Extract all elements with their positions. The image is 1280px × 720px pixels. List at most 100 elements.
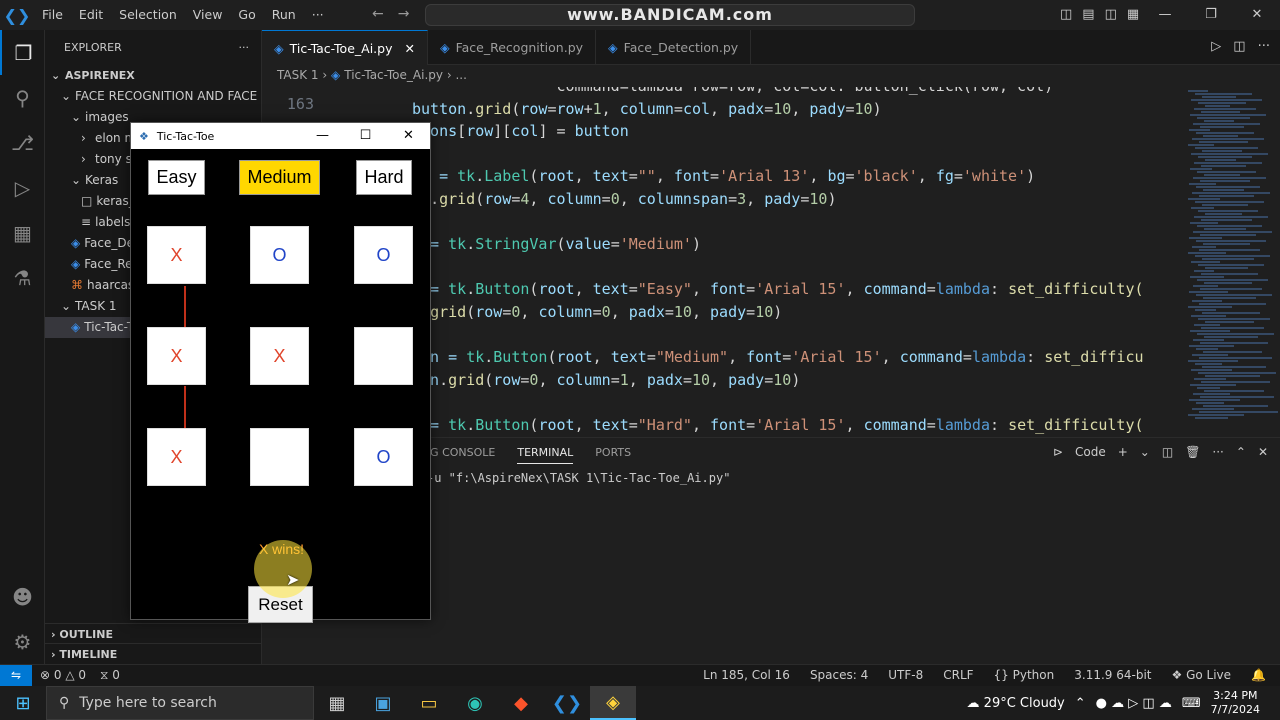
restore-icon[interactable]: ❐	[1188, 0, 1234, 30]
python-taskbar-icon[interactable]: ◈	[590, 686, 636, 720]
indentation[interactable]: Spaces: 4	[810, 665, 868, 686]
weather-widget[interactable]: ☁ 29°C Cloudy	[967, 696, 1065, 711]
editor-tab[interactable]: ◈ Tic-Tac-Toe_Ai.py ✕	[262, 30, 428, 65]
editor-tab[interactable]: ◈ Face_Detection.py	[596, 30, 752, 65]
tk-minimize-icon[interactable]: —	[301, 123, 344, 149]
file-explorer-icon[interactable]: ▭	[406, 686, 452, 720]
tab-ports[interactable]: PORTS	[595, 446, 631, 464]
more-actions-icon[interactable]: ···	[1212, 445, 1223, 459]
outline-section[interactable]: › OUTLINE	[45, 623, 262, 644]
testing-icon[interactable]: ⚗	[0, 255, 45, 300]
tab-debug-console[interactable]: UG CONSOLE	[422, 446, 495, 464]
tab-terminal[interactable]: TERMINAL	[517, 446, 574, 464]
board-cell[interactable]: X	[147, 226, 206, 284]
easy-button[interactable]: Easy	[148, 160, 205, 195]
minimap[interactable]	[1180, 87, 1280, 437]
settings-gear-icon[interactable]: ⚙	[0, 619, 45, 664]
code-token: column	[538, 303, 593, 321]
reset-button[interactable]: Reset	[248, 586, 313, 623]
tray-icons[interactable]: ● ☁ ▷ ◫ ☁	[1096, 696, 1172, 711]
close-icon[interactable]: ✕	[1234, 0, 1280, 30]
forward-arrow-icon[interactable]: →	[398, 6, 424, 22]
language-icon[interactable]: ⌨	[1182, 696, 1201, 711]
trash-icon[interactable]: 🗑	[1185, 445, 1200, 459]
maximize-panel-icon[interactable]: ⌃	[1236, 445, 1246, 459]
source-control-icon[interactable]: ⎇	[0, 120, 45, 165]
close-tab-icon[interactable]: ✕	[404, 41, 414, 56]
close-panel-icon[interactable]: ✕	[1258, 445, 1268, 459]
menu-item[interactable]: Run	[264, 0, 304, 30]
editor-tab[interactable]: ◈ Face_Recognition.py	[428, 30, 597, 65]
board-cell[interactable]: O	[354, 226, 413, 284]
control-panel-icon[interactable]: ▣	[360, 686, 406, 720]
code-text: n.grid(row=0, column=0, padx=10, pady=10…	[412, 301, 782, 323]
medium-button[interactable]: Medium	[239, 160, 320, 195]
board-cell[interactable]: X	[147, 327, 206, 385]
windows-start-icon[interactable]: ⊞	[0, 693, 46, 714]
timeline-section[interactable]: › TIMELINE	[45, 643, 262, 664]
python-file-icon: ◈	[71, 257, 81, 271]
board-cell[interactable]: X	[250, 327, 309, 385]
menu-item[interactable]: Selection	[111, 0, 185, 30]
vscode-taskbar-icon[interactable]: ❮❯	[544, 686, 590, 720]
system-clock[interactable]: 3:24 PM 7/7/2024	[1211, 689, 1260, 717]
customize-layout-icon[interactable]: ▦	[1127, 7, 1139, 22]
code-token: StringVar	[475, 235, 557, 254]
breadcrumb-folder[interactable]: TASK 1	[277, 68, 319, 82]
cursor-position[interactable]: Ln 185, Col 16	[703, 665, 790, 686]
minimize-icon[interactable]: —	[1142, 0, 1188, 30]
terminal-type-label[interactable]: Code	[1075, 445, 1106, 459]
run-debug-icon[interactable]: ▷	[0, 165, 45, 210]
breadcrumb-symbol[interactable]: ...	[455, 68, 466, 82]
new-terminal-icon[interactable]: +	[1118, 445, 1128, 459]
minimap-line	[1203, 297, 1256, 299]
brave-browser-icon[interactable]: ◆	[498, 686, 544, 720]
taskbar-search[interactable]: ⚲ Type here to search	[46, 686, 314, 720]
back-arrow-icon[interactable]: ←	[372, 6, 398, 22]
encoding[interactable]: UTF-8	[888, 665, 923, 686]
toggle-secondary-sidebar-icon[interactable]: ◫	[1105, 7, 1117, 22]
menu-item[interactable]: ···	[304, 0, 332, 30]
task-view-icon[interactable]: ▦	[314, 686, 360, 720]
interpreter[interactable]: 3.11.9 64-bit	[1074, 665, 1151, 686]
hard-button[interactable]: Hard	[356, 160, 412, 195]
code-token: ,	[619, 190, 638, 208]
terminal-output[interactable]: -u "f:\AspireNex\TASK 1\Tic-Tac-Toe_Ai.p…	[427, 471, 730, 485]
tray-chevron-icon[interactable]: ⌃	[1075, 696, 1086, 711]
tk-maximize-icon[interactable]: ☐	[344, 123, 387, 149]
language-mode[interactable]: {} Python	[994, 665, 1055, 686]
board-cell[interactable]	[250, 428, 309, 486]
more-actions-icon[interactable]: ···	[1258, 39, 1270, 54]
edge-browser-icon[interactable]: ◉	[452, 686, 498, 720]
menu-item[interactable]: View	[185, 0, 231, 30]
menu-item[interactable]: File	[34, 0, 71, 30]
command-center[interactable]: www.BANDICAM.com	[425, 4, 915, 26]
tree-folder[interactable]: ⌄ FACE RECOGNITION AND FACE ...	[45, 86, 261, 107]
board-cell[interactable]: O	[354, 428, 413, 486]
go-live[interactable]: ❖ Go Live	[1172, 665, 1232, 686]
board-cell[interactable]: X	[147, 428, 206, 486]
split-editor-icon[interactable]: ◫	[1233, 39, 1245, 54]
explorer-icon[interactable]: ❐	[0, 30, 45, 75]
menu-item[interactable]: Go	[230, 0, 263, 30]
tk-close-icon[interactable]: ✕	[387, 123, 430, 149]
run-icon[interactable]: ▷	[1211, 39, 1221, 54]
more-actions-icon[interactable]: ···	[239, 41, 250, 54]
split-terminal-icon[interactable]: ◫	[1162, 445, 1173, 459]
workspace-root[interactable]: ⌄ ASPIRENEX	[45, 65, 261, 86]
breadcrumb-file[interactable]: Tic-Tac-Toe_Ai.py	[344, 68, 443, 82]
menu-item[interactable]: Edit	[71, 0, 111, 30]
toggle-panel-icon[interactable]: ▤	[1082, 7, 1094, 22]
extensions-icon[interactable]: ▦	[0, 210, 45, 255]
account-icon[interactable]: ☻	[0, 574, 45, 619]
board-cell[interactable]: O	[250, 226, 309, 284]
notifications-icon[interactable]: 🔔	[1251, 665, 1266, 686]
search-icon[interactable]: ⚲	[0, 75, 45, 120]
chevron-down-icon[interactable]: ⌄	[1140, 445, 1150, 459]
problems-indicator[interactable]: ⊗ 0 △ 0	[40, 665, 86, 686]
remote-icon[interactable]: ⇋	[0, 665, 32, 687]
board-cell[interactable]	[354, 327, 413, 385]
ports-indicator[interactable]: ⧖ 0	[100, 665, 120, 686]
toggle-sidebar-icon[interactable]: ◫	[1060, 7, 1072, 22]
line-ending[interactable]: CRLF	[943, 665, 973, 686]
